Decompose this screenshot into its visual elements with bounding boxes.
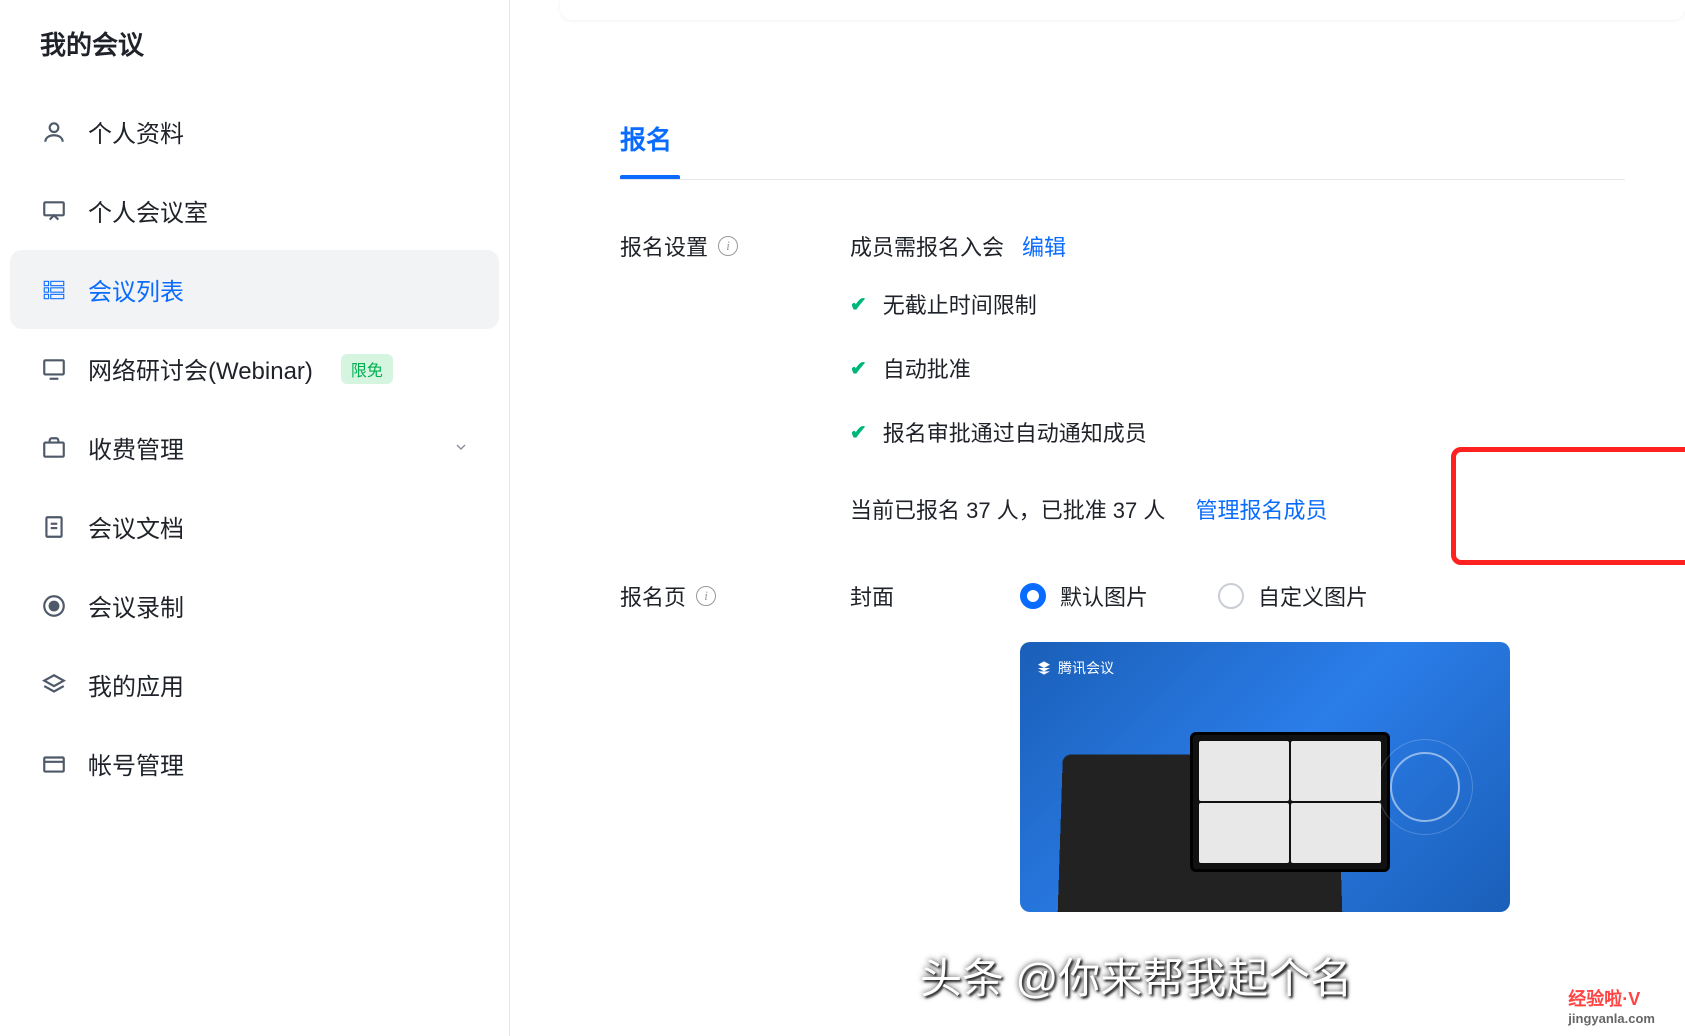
info-icon[interactable]: i	[696, 586, 716, 606]
settings-label: 报名设置 i	[620, 230, 850, 262]
check-auto-notify: ✔ 报名审批通过自动通知成员	[850, 416, 1625, 448]
check-label: 自动批准	[883, 352, 971, 384]
sidebar-item-label: 会议录制	[88, 588, 184, 623]
sidebar-item-label: 个人资料	[88, 114, 184, 149]
cover-tablet-graphic	[1190, 732, 1390, 872]
info-icon[interactable]: i	[718, 236, 738, 256]
card-edge	[560, 0, 1685, 20]
cover-logo-text: 腾讯会议	[1058, 658, 1114, 678]
record-icon	[40, 592, 68, 620]
check-label: 报名审批通过自动通知成员	[883, 416, 1147, 448]
page-label-text: 报名页	[620, 580, 686, 612]
sidebar-item-billing[interactable]: 收费管理	[0, 408, 509, 487]
sidebar-item-meetings[interactable]: 会议列表	[10, 250, 499, 329]
presentation-icon	[40, 197, 68, 225]
check-icon: ✔	[850, 292, 867, 317]
cover-radio-group: 默认图片 自定义图片	[1020, 580, 1368, 612]
settings-label-text: 报名设置	[620, 230, 708, 262]
user-icon	[40, 118, 68, 146]
list-icon	[40, 276, 68, 304]
sidebar-item-room[interactable]: 个人会议室	[0, 171, 509, 250]
settings-value-group: 成员需报名入会 编辑	[850, 230, 1066, 262]
manage-members-link[interactable]: 管理报名成员	[1196, 498, 1328, 523]
cover-label: 封面	[850, 580, 1020, 612]
briefcase-icon	[40, 434, 68, 462]
sidebar-item-label: 会议文档	[88, 509, 184, 544]
sidebar-item-label: 帐号管理	[88, 746, 184, 781]
divider	[620, 179, 1625, 180]
check-no-deadline: ✔ 无截止时间限制	[850, 288, 1625, 320]
main-panel: 报名 报名设置 i 成员需报名入会 编辑 ✔ 无截止时间限制 ✔ 自动批准 ✔ …	[560, 70, 1685, 1036]
card-icon	[40, 750, 68, 778]
settings-row: 报名设置 i 成员需报名入会 编辑	[620, 230, 1625, 262]
sidebar-item-label: 收费管理	[88, 430, 184, 465]
monitor-icon	[40, 355, 68, 383]
check-icon: ✔	[850, 356, 867, 381]
radio-checked-icon	[1020, 583, 1046, 609]
section-title: 报名	[620, 120, 672, 177]
sidebar-item-apps[interactable]: 我的应用	[0, 645, 509, 724]
sidebar-item-profile[interactable]: 个人资料	[0, 92, 509, 171]
annotation-highlight	[1451, 447, 1685, 565]
sidebar: 我的会议 个人资料 个人会议室 会议列表 网络研讨会(Webinar) 限免 收…	[0, 0, 510, 1036]
chevron-down-icon	[453, 434, 469, 462]
sidebar-item-docs[interactable]: 会议文档	[0, 487, 509, 566]
cover-area: 腾讯会议	[850, 642, 1625, 912]
cover-circle-graphic	[1390, 752, 1460, 822]
edit-link[interactable]: 编辑	[1022, 230, 1066, 262]
layers-icon	[40, 671, 68, 699]
page-label: 报名页 i	[620, 580, 850, 612]
sidebar-item-label: 会议列表	[88, 272, 184, 307]
radio-default-image[interactable]: 默认图片	[1020, 580, 1148, 612]
radio-custom-image[interactable]: 自定义图片	[1218, 580, 1368, 612]
document-icon	[40, 513, 68, 541]
sidebar-item-label: 个人会议室	[88, 193, 208, 228]
settings-value-text: 成员需报名入会	[850, 230, 1004, 262]
page-row: 报名页 i 封面 默认图片 自定义图片	[620, 580, 1625, 612]
sidebar-item-label: 我的应用	[88, 667, 184, 702]
radio-unchecked-icon	[1218, 583, 1244, 609]
check-icon: ✔	[850, 420, 867, 445]
sidebar-item-webinar[interactable]: 网络研讨会(Webinar) 限免	[0, 329, 509, 408]
free-badge: 限免	[341, 354, 393, 384]
count-text: 当前已报名 37 人，已批准 37 人	[850, 498, 1165, 523]
sidebar-item-account[interactable]: 帐号管理	[0, 724, 509, 803]
radio-label: 自定义图片	[1258, 580, 1368, 612]
check-label: 无截止时间限制	[883, 288, 1037, 320]
count-row: 当前已报名 37 人，已批准 37 人 管理报名成员	[850, 493, 1625, 525]
cover-logo: 腾讯会议	[1036, 658, 1114, 678]
sidebar-title: 我的会议	[0, 10, 509, 92]
radio-label: 默认图片	[1060, 580, 1148, 612]
check-auto-approve: ✔ 自动批准	[850, 352, 1625, 384]
sidebar-item-label: 网络研讨会(Webinar)	[88, 351, 313, 386]
sidebar-item-recording[interactable]: 会议录制	[0, 566, 509, 645]
cover-image-preview[interactable]: 腾讯会议	[1020, 642, 1510, 912]
